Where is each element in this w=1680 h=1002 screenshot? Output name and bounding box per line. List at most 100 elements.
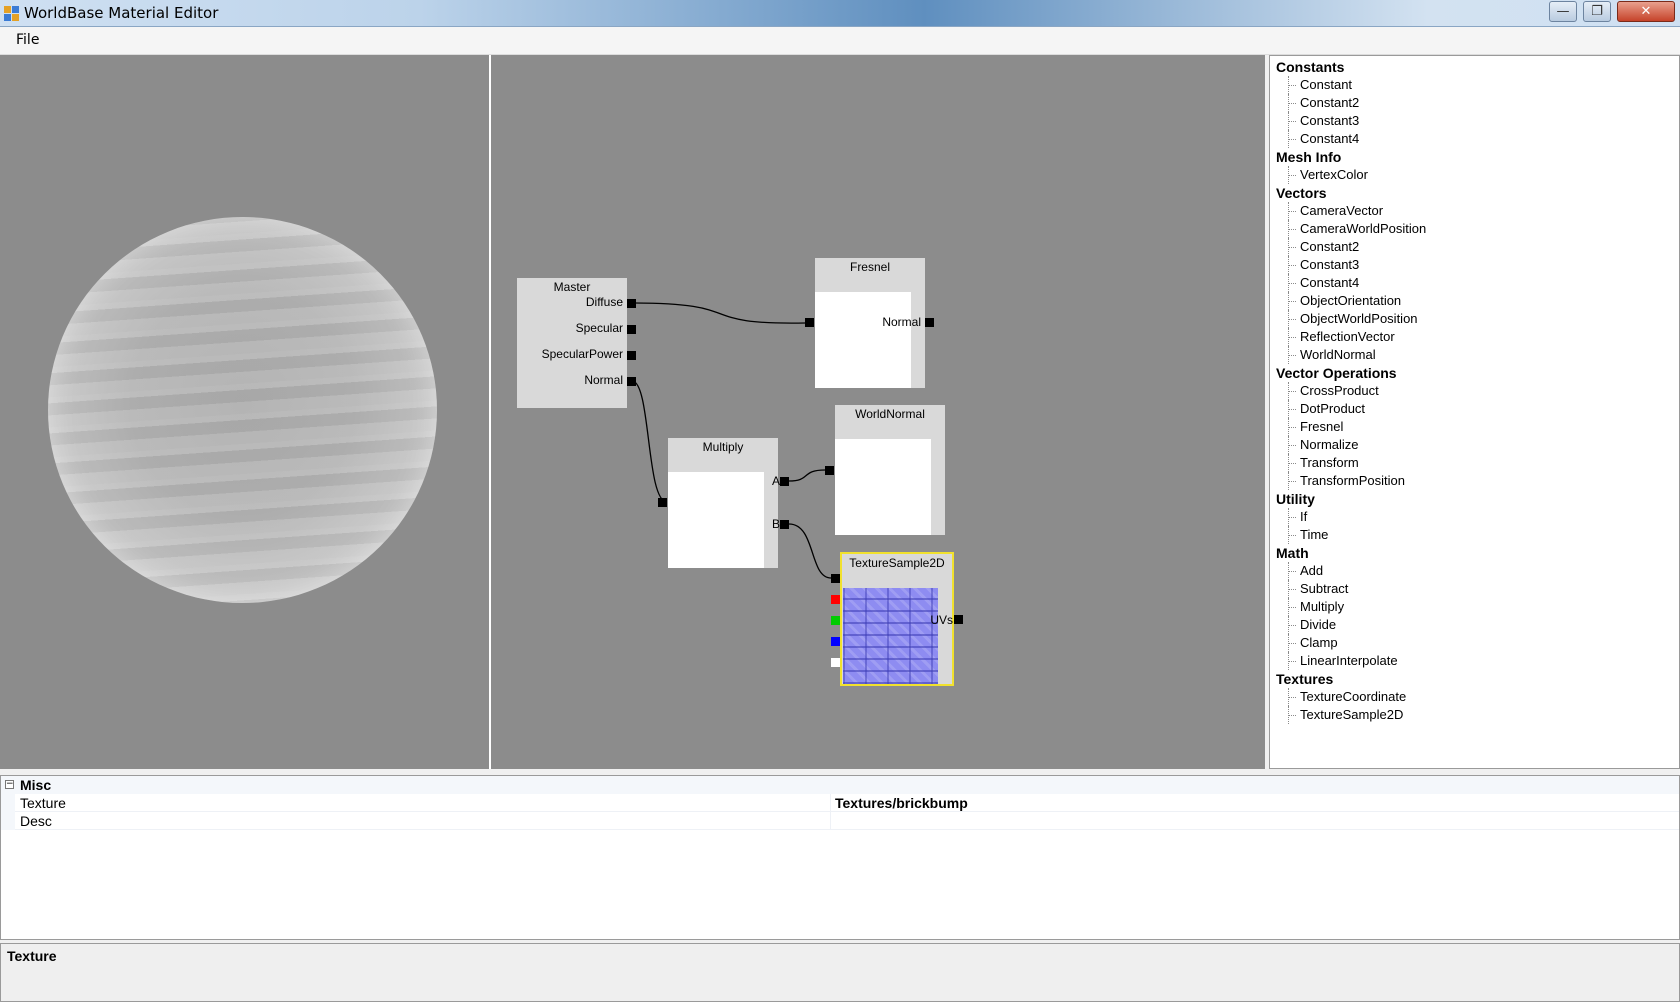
tree-item-objectorientation[interactable]: ObjectOrientation (1276, 292, 1679, 310)
tree-item-texturecoordinate[interactable]: TextureCoordinate (1276, 688, 1679, 706)
property-row-desc[interactable]: Desc (1, 812, 1679, 830)
tree-item-constant3[interactable]: Constant3 (1276, 256, 1679, 274)
collapse-icon[interactable]: − (5, 780, 14, 789)
port-fresnel-normal[interactable] (925, 318, 934, 327)
port-worldnormal-output[interactable] (825, 466, 834, 475)
tree-group-label[interactable]: Vector Operations (1276, 364, 1679, 382)
port-uvs[interactable] (954, 615, 963, 624)
tree-item-cameraworldposition[interactable]: CameraWorldPosition (1276, 220, 1679, 238)
property-column-separator (830, 794, 831, 812)
node-graph-canvas[interactable]: Master Diffuse Specular SpecularPower No… (491, 55, 1265, 769)
property-column-separator (830, 812, 831, 830)
tree-item-add[interactable]: Add (1276, 562, 1679, 580)
wire-b-texturesample (788, 523, 832, 579)
tree-item-constant2[interactable]: Constant2 (1276, 94, 1679, 112)
tree-item-time[interactable]: Time (1276, 526, 1679, 544)
port-green-channel[interactable] (831, 616, 840, 625)
port-label-fresnel-normal: Normal (882, 315, 921, 329)
tree-group-math: Math Add Subtract Multiply Divide Clamp Linear… (1270, 544, 1679, 670)
port-multiply-a[interactable] (780, 477, 789, 486)
menu-file[interactable]: File (16, 32, 39, 48)
port-texturesample-input[interactable] (831, 574, 840, 583)
tree-item-dotproduct[interactable]: DotProduct (1276, 400, 1679, 418)
port-alpha-channel[interactable] (831, 658, 840, 667)
app-icon (4, 6, 20, 22)
tree-group-label[interactable]: Mesh Info (1276, 148, 1679, 166)
tree-item-subtract[interactable]: Subtract (1276, 580, 1679, 598)
tree-item-divide[interactable]: Divide (1276, 616, 1679, 634)
minimize-button[interactable]: — (1549, 1, 1577, 22)
node-worldnormal-title: WorldNormal (855, 407, 925, 421)
tree-item-cameravector[interactable]: CameraVector (1276, 202, 1679, 220)
property-category-label: Misc (20, 777, 52, 793)
port-red-channel[interactable] (831, 595, 840, 604)
port-label-b: B (771, 517, 780, 531)
node-multiply[interactable]: Multiply A B (668, 438, 780, 568)
tree-item-multiply[interactable]: Multiply (1276, 598, 1679, 616)
port-diffuse[interactable] (627, 299, 636, 308)
menu-bar: File (0, 27, 1680, 55)
node-worldnormal[interactable]: WorldNormal (835, 405, 945, 535)
property-row-gutter (1, 794, 15, 812)
title-bar: WorldBase Material Editor — ❐ ✕ (0, 0, 1680, 27)
tree-root: Constants Constant Constant2 Constant3 Const… (1270, 56, 1679, 724)
preview-sphere (48, 217, 437, 603)
tree-group-label[interactable]: Utility (1276, 490, 1679, 508)
tree-item-transformposition[interactable]: TransformPosition (1276, 472, 1679, 490)
tree-item-constant4[interactable]: Constant4 (1276, 130, 1679, 148)
brick-texture-thumbnail (843, 588, 938, 684)
tree-group-vector-operations: Vector Operations CrossProduct DotProduct F… (1270, 364, 1679, 490)
port-specular[interactable] (627, 325, 636, 334)
node-toolbox-tree: Constants Constant Constant2 Constant3 Const… (1269, 55, 1680, 769)
property-help-panel: Texture (0, 943, 1680, 1002)
help-title: Texture (7, 948, 57, 964)
tree-item-clamp[interactable]: Clamp (1276, 634, 1679, 652)
restore-button[interactable]: ❐ (1583, 1, 1611, 22)
node-multiply-body (668, 472, 764, 568)
tree-group-mesh-info: Mesh Info VertexColor (1270, 148, 1679, 184)
tree-item-if[interactable]: If (1276, 508, 1679, 526)
tree-group-label[interactable]: Math (1276, 544, 1679, 562)
port-specularpower[interactable] (627, 351, 636, 360)
port-label-specular: Specular (575, 321, 623, 335)
tree-item-objectworldposition[interactable]: ObjectWorldPosition (1276, 310, 1679, 328)
tree-item-fresnel[interactable]: Fresnel (1276, 418, 1679, 436)
port-multiply-b[interactable] (780, 520, 789, 529)
tree-group-label[interactable]: Textures (1276, 670, 1679, 688)
node-worldnormal-body (835, 439, 931, 535)
tree-item-worldnormal[interactable]: WorldNormal (1276, 346, 1679, 364)
tree-item-crossproduct[interactable]: CrossProduct (1276, 382, 1679, 400)
tree-item-constant3[interactable]: Constant3 (1276, 112, 1679, 130)
node-fresnel[interactable]: Fresnel Normal (815, 258, 925, 388)
node-multiply-title: Multiply (702, 440, 744, 454)
tree-item-linearinterpolate[interactable]: LinearInterpolate (1276, 652, 1679, 670)
tree-item-reflectionvector[interactable]: ReflectionVector (1276, 328, 1679, 346)
node-texturesample2d-title: TextureSample2D (849, 556, 945, 570)
node-master[interactable]: Master Diffuse Specular SpecularPower No… (517, 278, 627, 408)
property-value-texture[interactable]: Textures/brickbump (835, 794, 968, 812)
tree-item-constant2[interactable]: Constant2 (1276, 238, 1679, 256)
close-button[interactable]: ✕ (1617, 1, 1675, 22)
tree-group-label[interactable]: Constants (1276, 58, 1679, 76)
port-multiply-input[interactable] (658, 498, 667, 507)
port-blue-channel[interactable] (831, 637, 840, 646)
tree-group-textures: Textures TextureCoordinate TextureSample2D (1270, 670, 1679, 724)
tree-item-vertexcolor[interactable]: VertexColor (1276, 166, 1679, 184)
tree-item-normalize[interactable]: Normalize (1276, 436, 1679, 454)
port-normal[interactable] (627, 377, 636, 386)
property-row-texture[interactable]: Texture Textures/brickbump (1, 794, 1679, 812)
tree-item-constant[interactable]: Constant (1276, 76, 1679, 94)
tree-group-constants: Constants Constant Constant2 Constant3 Const… (1270, 58, 1679, 148)
window-title: WorldBase Material Editor (24, 4, 219, 22)
tree-group-utility: Utility If Time (1270, 490, 1679, 544)
port-fresnel-input[interactable] (805, 318, 814, 327)
tree-item-constant4[interactable]: Constant4 (1276, 274, 1679, 292)
wire-diffuse-fresnel (631, 302, 806, 324)
tree-group-label[interactable]: Vectors (1276, 184, 1679, 202)
wire-normal-multiply (631, 380, 668, 503)
property-name-texture: Texture (20, 795, 66, 811)
node-texturesample2d[interactable]: TextureSample2D UVs (840, 552, 954, 686)
tree-item-texturesample2d[interactable]: TextureSample2D (1276, 706, 1679, 724)
tree-item-transform[interactable]: Transform (1276, 454, 1679, 472)
material-preview-viewport[interactable] (0, 55, 489, 769)
